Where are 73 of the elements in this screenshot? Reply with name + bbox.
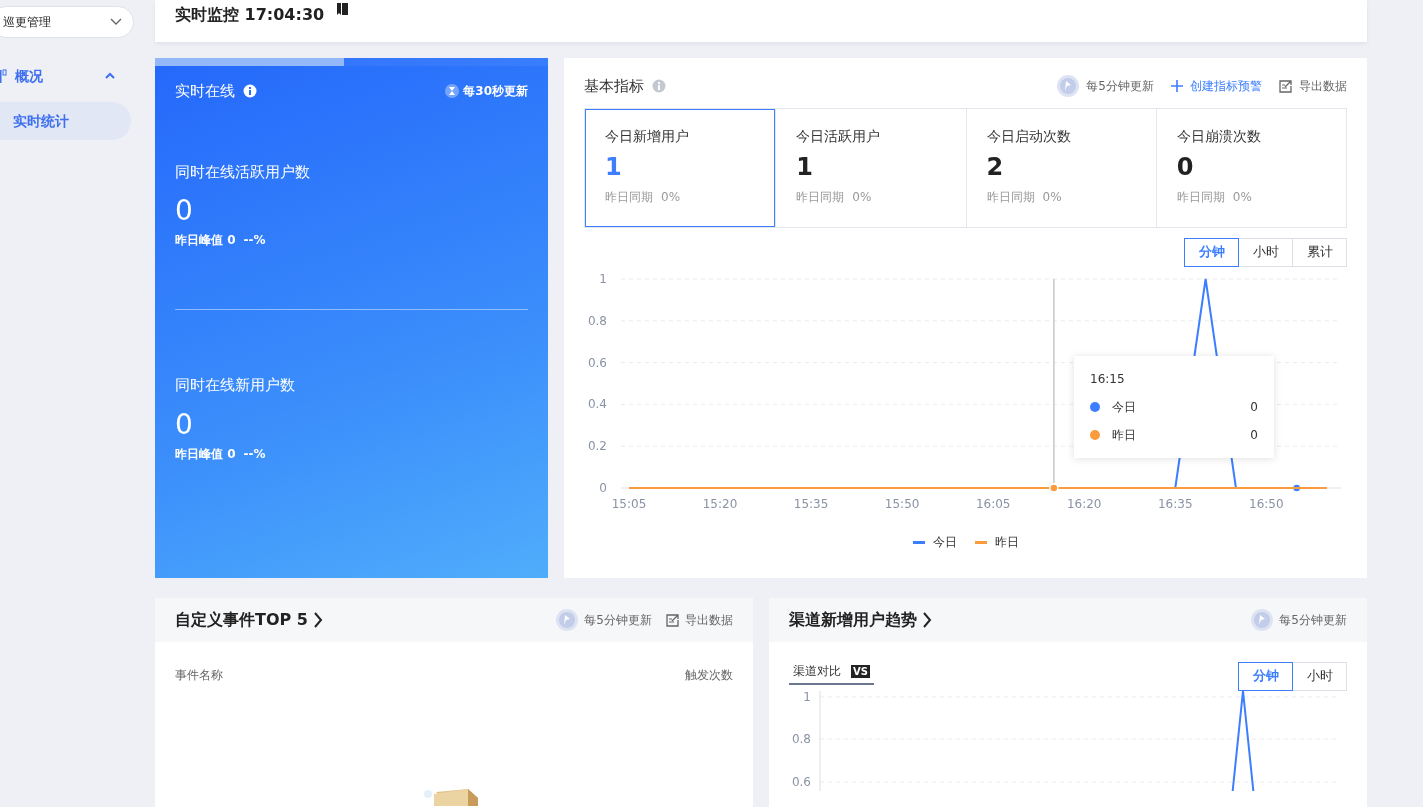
chevron-up-icon[interactable] (104, 71, 116, 81)
card-title: 渠道新增用户趋势 (789, 609, 917, 631)
granularity-tab[interactable]: 小时 (1292, 662, 1347, 691)
sidebar-item[interactable]: 实时统计 (0, 102, 131, 140)
export-link[interactable]: 导出数据 (685, 611, 733, 629)
peak-label: 昨日峰值 0 (175, 445, 236, 463)
change-value: --% (243, 445, 266, 463)
plus-icon[interactable] (1170, 79, 1184, 93)
metric-label: 同时在线活跃用户数 (175, 161, 311, 183)
export-icon[interactable] (1278, 78, 1293, 94)
axis-tick-label: 15:50 (884, 497, 920, 511)
axis-tick-label: 15:35 (793, 497, 829, 511)
axis-tick-label: 0.4 (587, 397, 607, 412)
info-icon (652, 79, 666, 93)
change-value: --% (243, 232, 266, 249)
axis-tick-label: 16:20 (1066, 497, 1102, 511)
book-icon[interactable] (336, 2, 350, 16)
chevron-right-icon[interactable] (921, 611, 933, 629)
metric-tile[interactable]: 今日崩溃次数 0 昨日同期 0% (1155, 109, 1346, 227)
axis-tick-label: 16:50 (1249, 497, 1284, 511)
axis-tick-label: 15:05 (611, 497, 647, 511)
refresh-icon (1250, 608, 1275, 632)
metric-tile[interactable]: 今日新增用户 1 昨日同期 0% (585, 109, 776, 227)
column-header: 事件名称 (175, 667, 223, 684)
legend-item[interactable]: 今日 (912, 533, 957, 551)
granularity-tab[interactable]: 累计 (1292, 238, 1347, 267)
refresh-icon (1056, 74, 1081, 98)
dropdown-value: 巡更管理 (3, 14, 51, 31)
axis-tick-label: 0.2 (587, 439, 607, 454)
axis-tick-label: 16:35 (1157, 497, 1193, 511)
page-title: 实时监控 17:04:30 (175, 4, 325, 26)
granularity-tab[interactable]: 小时 (1238, 238, 1293, 267)
axis-tick-label: 0.6 (791, 775, 811, 789)
hourglass-icon (445, 84, 460, 99)
export-icon[interactable] (665, 612, 680, 628)
chevron-right-icon[interactable] (311, 611, 324, 629)
axis-tick-label: 1 (599, 272, 607, 286)
axis-tick-label: 1 (803, 690, 811, 704)
axis-tick-label: 0.6 (587, 355, 607, 370)
axis-tick-label: 15:20 (702, 497, 738, 511)
metric-value: 0 (175, 193, 194, 229)
dashboard-icon (0, 68, 7, 84)
create-alert-link[interactable]: 创建指标预警 (1190, 77, 1262, 95)
data-point (1291, 483, 1302, 493)
comparison-tab[interactable]: 渠道对比 (793, 662, 841, 680)
card-title: 实时在线 (175, 81, 235, 102)
legend-item[interactable]: 昨日 (974, 533, 1019, 551)
refresh-interval: 每5分钟更新 (584, 612, 652, 629)
axis-tick-label: 16:05 (975, 497, 1011, 511)
info-icon (243, 84, 257, 99)
refresh-icon (555, 608, 580, 632)
refresh-interval: 每5分钟更新 (1279, 612, 1347, 629)
card-title: 基本指标 (584, 75, 644, 97)
metric-tile[interactable]: 今日活跃用户 1 昨日同期 0% (775, 109, 966, 227)
metric-value: 0 (175, 406, 194, 443)
export-link[interactable]: 导出数据 (1299, 77, 1347, 95)
axis-tick-label: 0.8 (791, 732, 811, 746)
vs-icon: VS (851, 664, 870, 678)
peak-label: 昨日峰值 0 (175, 232, 236, 249)
metric-tile[interactable]: 今日启动次数 2 昨日同期 0% (965, 109, 1156, 227)
card-title: 自定义事件TOP 5 (175, 609, 308, 631)
column-header: 触发次数 (685, 667, 733, 684)
menu-group[interactable]: 概况 (15, 65, 43, 87)
granularity-tab[interactable]: 分钟 (1184, 238, 1239, 267)
axis-tick-label: 0.8 (587, 313, 607, 328)
dropdown[interactable]: 巡更管理 (0, 6, 134, 38)
refresh-interval: 每30秒更新 (463, 83, 528, 101)
axis-tick-label: 0 (599, 481, 607, 495)
metric-label: 同时在线新用户数 (175, 375, 296, 396)
data-point (1049, 483, 1059, 493)
chart-tooltip: 16:15 今日 0 昨日 0 (1074, 356, 1274, 458)
refresh-interval: 每5分钟更新 (1086, 78, 1154, 95)
granularity-tab[interactable]: 分钟 (1238, 662, 1293, 691)
